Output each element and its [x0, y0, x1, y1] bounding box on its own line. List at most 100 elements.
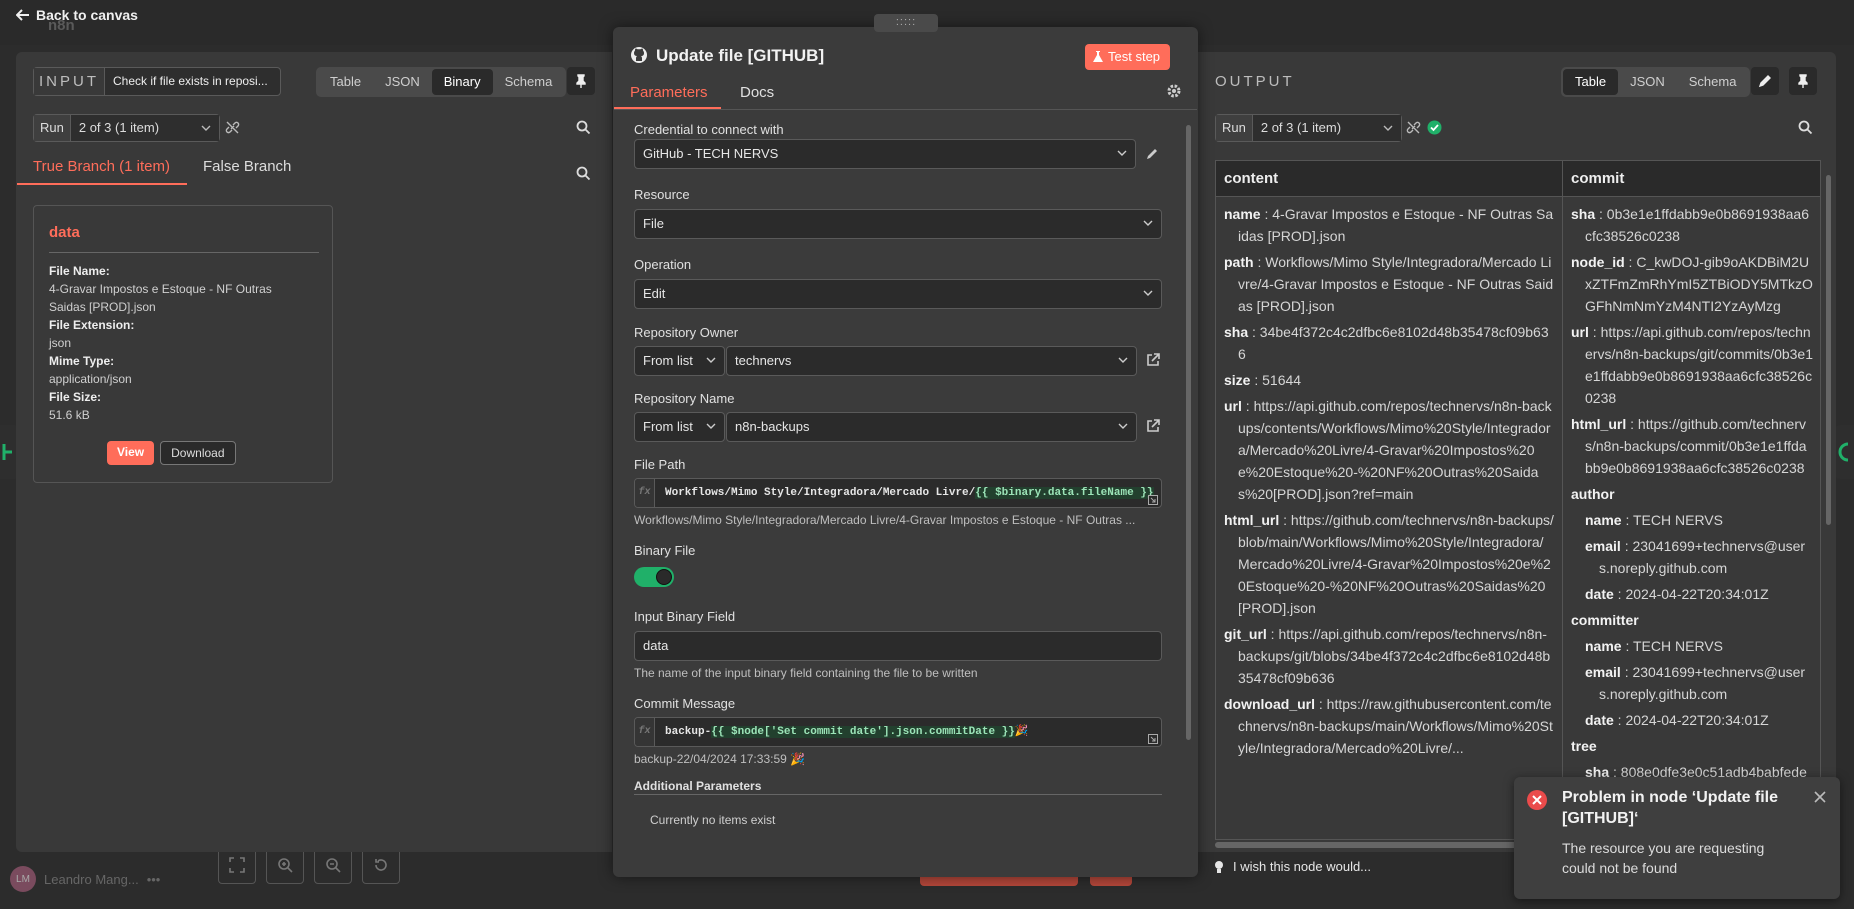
tabs-divider: [614, 109, 1197, 110]
flask-icon: [1093, 51, 1103, 63]
output-run-label: Run: [1216, 115, 1253, 141]
error-icon: [1526, 789, 1548, 811]
repo-mode-select[interactable]: From list: [634, 412, 725, 442]
resource-value: File: [643, 216, 664, 231]
tab-parameters[interactable]: Parameters: [630, 84, 708, 101]
branch-search-icon[interactable]: [576, 166, 591, 181]
owner-select[interactable]: technervs: [726, 346, 1137, 376]
input-tab-schema[interactable]: Schema: [493, 69, 565, 95]
credential-select[interactable]: GitHub - TECH NERVS: [634, 139, 1136, 169]
output-run-selector[interactable]: Run 2 of 3 (1 item): [1215, 114, 1402, 142]
input-tab-table[interactable]: Table: [318, 69, 373, 95]
author-name: name : TECH NERVS: [1585, 512, 1723, 528]
feedback-link[interactable]: I wish this node would...: [1213, 859, 1371, 874]
chevron-down-icon: [201, 125, 211, 131]
input-title: INPUT: [34, 68, 105, 95]
input-search-icon[interactable]: [576, 120, 591, 135]
author-email: email : 23041699+technervs@users.noreply…: [1585, 538, 1806, 576]
external-link-icon[interactable]: [1146, 353, 1160, 367]
additional-divider: [634, 794, 1162, 795]
commit-committer: committer: [1571, 612, 1639, 628]
back-to-canvas-button[interactable]: Back to canvas: [16, 7, 138, 23]
input-view-switch: Table JSON Binary Schema: [316, 67, 567, 97]
repo-select[interactable]: n8n-backups: [726, 412, 1137, 442]
download-button[interactable]: Download: [160, 441, 236, 465]
credential-label: Credential to connect with: [634, 122, 784, 137]
close-icon[interactable]: [1814, 791, 1826, 803]
active-branch-indicator: [17, 183, 187, 185]
input-node-selector[interactable]: INPUT Check if file exists in reposi...: [33, 67, 281, 96]
commit-sha: sha : 0b3e1e1ffdabb9e0b8691938aa6cfc3852…: [1571, 206, 1809, 244]
repo-mode-value: From list: [643, 419, 693, 434]
output-run-value: 2 of 3 (1 item): [1260, 120, 1342, 135]
committer-date: date : 2024-04-22T20:34:01Z: [1585, 712, 1769, 728]
operation-label: Operation: [634, 257, 692, 272]
avatar: LM: [10, 866, 36, 892]
input-run-label: Run: [34, 115, 71, 141]
more-icon[interactable]: •••: [147, 872, 161, 887]
operation-value: Edit: [643, 286, 666, 301]
next-node-handle[interactable]: [1834, 425, 1854, 479]
content-name: name : 4-Gravar Impostos e Estoque - NF …: [1224, 206, 1554, 244]
input-tab-binary[interactable]: Binary: [431, 69, 493, 95]
input-run-selector[interactable]: Run 2 of 3 (1 item): [33, 114, 220, 142]
unlink-run-icon[interactable]: [225, 120, 240, 135]
expand-icon[interactable]: [1148, 734, 1158, 744]
binary-file-toggle[interactable]: [634, 567, 674, 587]
input-binary-field-input[interactable]: data: [634, 631, 1162, 661]
tab-true-branch[interactable]: True Branch (1 item): [33, 158, 170, 175]
gear-icon[interactable]: [1167, 84, 1181, 98]
tab-docs[interactable]: Docs: [740, 84, 774, 101]
drag-handle[interactable]: :::::: [874, 14, 938, 32]
additional-parameters-label: Additional Parameters: [634, 779, 762, 793]
resource-select[interactable]: File: [634, 209, 1162, 239]
edit-credential-icon[interactable]: [1145, 147, 1159, 161]
input-binary-field-value: data: [643, 638, 669, 653]
output-tab-table[interactable]: Table: [1563, 69, 1619, 95]
expand-icon[interactable]: [1148, 495, 1158, 505]
output-tab-schema[interactable]: Schema: [1677, 69, 1749, 95]
file-path-input[interactable]: fx Workflows/Mimo Style/Integradora/Merc…: [634, 478, 1162, 508]
commit-emoji: 🎉: [1014, 726, 1029, 738]
fx-icon: fx: [635, 479, 655, 507]
chevron-down-icon: [706, 357, 716, 363]
parameters-scrollbar[interactable]: [1186, 125, 1191, 740]
external-link-icon[interactable]: [1146, 419, 1160, 433]
chevron-down-icon: [1143, 290, 1153, 296]
chevron-down-icon: [706, 423, 716, 429]
owner-value: technervs: [735, 353, 792, 368]
arrow-left-icon: [16, 8, 30, 22]
input-pin-button[interactable]: [567, 67, 595, 95]
output-table: content commit name : 4-Gravar Impostos …: [1215, 160, 1821, 840]
owner-mode-select[interactable]: From list: [634, 346, 725, 376]
tab-false-branch[interactable]: False Branch: [203, 158, 291, 175]
commit-message-label: Commit Message: [634, 696, 736, 711]
content-url: url : https://api.github.com/repos/techn…: [1224, 398, 1552, 502]
file-size-value: 51.6 kB: [49, 408, 90, 422]
test-step-button[interactable]: Test step: [1085, 44, 1171, 70]
unlink-run-icon[interactable]: [1406, 120, 1421, 135]
commit-message-input[interactable]: fx backup-{{ $node['Set commit date'].js…: [634, 717, 1162, 747]
file-path-static: Workflows/Mimo Style/Integradora/Mercado…: [665, 487, 976, 499]
file-size-label: File Size:: [49, 390, 102, 404]
binary-data-card: data File Name: 4-Gravar Impostos e Esto…: [33, 205, 333, 483]
input-tab-json[interactable]: JSON: [373, 69, 432, 95]
output-edit-button[interactable]: [1751, 67, 1779, 95]
operation-select[interactable]: Edit: [634, 279, 1162, 309]
output-vertical-scrollbar[interactable]: [1826, 175, 1831, 525]
commit-url: url : https://api.github.com/repos/techn…: [1571, 324, 1813, 406]
view-button[interactable]: View: [107, 441, 155, 465]
input-binary-field-hint: The name of the input binary field conta…: [634, 666, 978, 680]
output-search-icon[interactable]: [1798, 120, 1813, 135]
user-menu[interactable]: LM Leandro Mang... •••: [10, 866, 160, 892]
output-pin-button[interactable]: [1789, 67, 1817, 95]
card-divider: [49, 252, 319, 253]
fx-icon: fx: [635, 718, 655, 746]
error-toast: Problem in node ‘Update file [GITHUB]‘ T…: [1514, 777, 1840, 899]
toast-message: The resource you are requesting could no…: [1562, 840, 1765, 876]
output-tab-json[interactable]: JSON: [1618, 69, 1677, 95]
input-run-value: 2 of 3 (1 item): [78, 120, 160, 135]
back-label: Back to canvas: [36, 7, 138, 23]
mime-type-value: application/json: [49, 372, 132, 386]
commit-expression: {{ $node['Set commit date'].json.commitD…: [711, 726, 1015, 738]
